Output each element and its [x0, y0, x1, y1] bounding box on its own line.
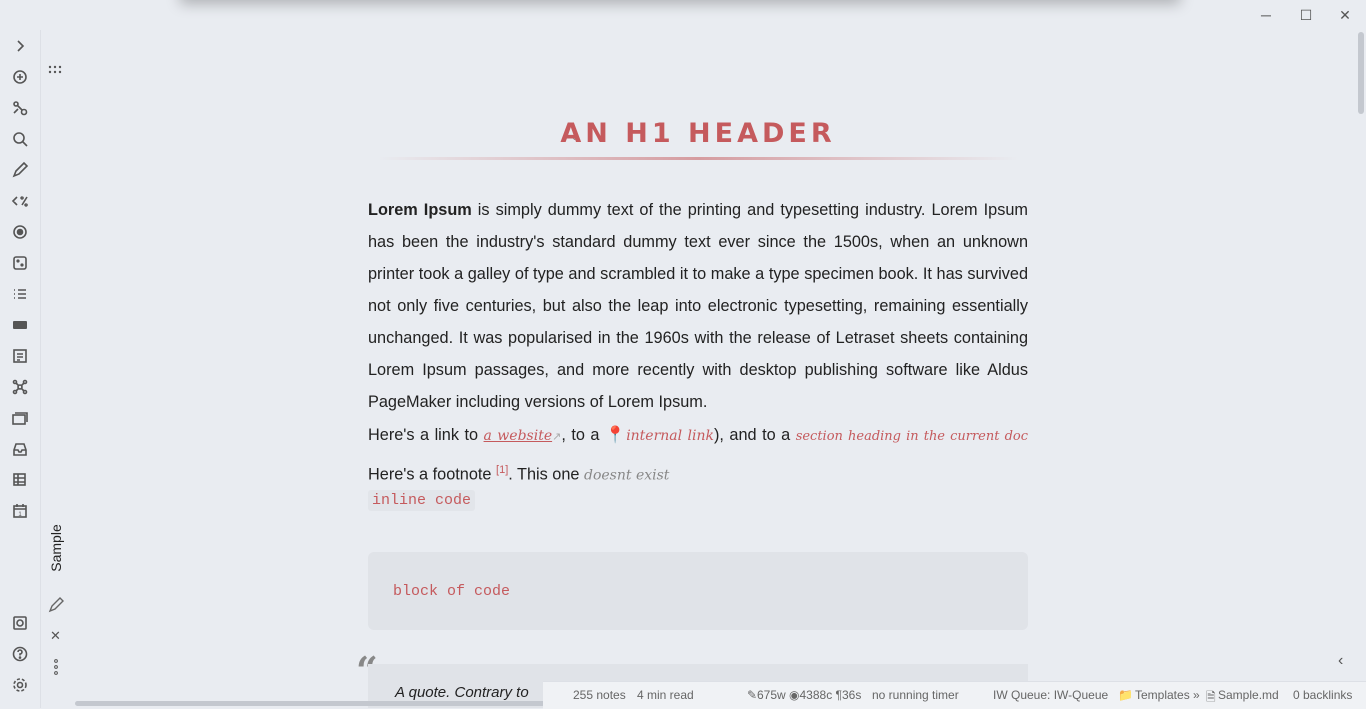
- markdown-icon: [13, 321, 27, 329]
- pin-icon: 📍: [604, 426, 627, 444]
- table-button[interactable]: [8, 468, 32, 492]
- pencil-icon: [12, 161, 29, 178]
- more-vertical-icon: [54, 659, 58, 675]
- status-pencil-icon: ✎: [747, 688, 758, 702]
- bold-lorem: Lorem Ipsum: [368, 201, 472, 219]
- search-icon: [13, 132, 28, 147]
- help-button[interactable]: [8, 642, 32, 666]
- status-backlinks[interactable]: 0 backlinks: [1293, 688, 1352, 702]
- graph-icon: [13, 101, 28, 116]
- gear-icon: [13, 678, 27, 692]
- table-icon: [13, 473, 26, 486]
- tab-grid-button[interactable]: [47, 62, 63, 83]
- markdown-button[interactable]: [8, 313, 32, 337]
- section-link[interactable]: section heading in the current doc: [796, 429, 1028, 444]
- inbox-icon: [13, 443, 27, 456]
- cards-button[interactable]: [8, 406, 32, 430]
- paragraph-links: Here's a link to a website↗, to a 📍inter…: [368, 419, 1028, 492]
- and-to-a-text: ), and to a: [714, 426, 796, 444]
- tab-sample-label: Sample: [48, 524, 64, 572]
- vault-button[interactable]: [8, 611, 32, 635]
- footnote-prefix: Here's a footnote: [368, 465, 497, 484]
- status-counts: 675w ◉4388c ¶36s: [757, 688, 862, 702]
- status-read-time: 4 min read: [637, 688, 694, 702]
- h1-text: AN H1 HEADER: [560, 118, 836, 149]
- status-bar: 255 notes 4 min read ✎ 675w ◉4388c ¶36s …: [543, 681, 1366, 709]
- help-icon: [12, 646, 28, 662]
- left-ribbon: 1: [0, 30, 41, 708]
- form-icon: [13, 349, 27, 363]
- target-icon: [13, 225, 27, 239]
- h1-underline: [378, 157, 1018, 160]
- close-button[interactable]: ✕: [1332, 6, 1358, 24]
- unresolved-link[interactable]: doesnt exist: [584, 467, 669, 483]
- templater-button[interactable]: [8, 189, 32, 213]
- status-folder[interactable]: Templates »: [1135, 688, 1200, 702]
- external-link[interactable]: a website: [484, 428, 553, 444]
- network-icon: [12, 379, 28, 395]
- code-block-text: block of code: [393, 583, 511, 600]
- this-one-text: . This one: [508, 465, 584, 484]
- quote-text: A quote. Contrary to: [395, 684, 529, 701]
- close-tab-button[interactable]: ✕: [50, 628, 61, 644]
- tab-sample[interactable]: Sample: [44, 520, 68, 580]
- network-button[interactable]: [8, 375, 32, 399]
- internal-link[interactable]: internal link: [626, 428, 714, 444]
- graph-view-button[interactable]: [8, 96, 32, 120]
- title-bar: ─ ☐ ✕: [0, 0, 1366, 30]
- paragraph-lorem: Lorem Ipsum is simply dummy text of the …: [368, 194, 1028, 418]
- para1-text: is simply dummy text of the printing and…: [368, 201, 1028, 411]
- close-icon: ✕: [50, 628, 61, 643]
- search-button[interactable]: [8, 127, 32, 151]
- to-a-text: , to a: [561, 426, 605, 444]
- maximize-button[interactable]: ☐: [1293, 6, 1319, 24]
- chevron-right-icon: [17, 40, 25, 52]
- pencil-icon: [48, 597, 64, 613]
- status-notes: 255 notes: [573, 688, 626, 702]
- calendar-button[interactable]: 1: [8, 499, 32, 523]
- horizontal-scrollbar[interactable]: [75, 701, 545, 706]
- edit-tab-button[interactable]: [47, 596, 65, 619]
- status-file[interactable]: Sample.md: [1218, 688, 1279, 702]
- list-icon: [14, 289, 26, 299]
- settings-button[interactable]: [8, 673, 32, 697]
- minimize-button[interactable]: ─: [1253, 6, 1279, 24]
- file-icon: 🗎: [1206, 690, 1216, 704]
- h1-header: AN H1 HEADER: [368, 118, 1028, 149]
- inbox-button[interactable]: [8, 437, 32, 461]
- templater-icon: [11, 196, 28, 207]
- external-link-icon: ↗: [552, 431, 562, 443]
- calendar-icon: 1: [13, 504, 27, 518]
- folder-icon: 📁: [1118, 688, 1133, 702]
- status-timer[interactable]: no running timer: [872, 688, 959, 702]
- plus-circle-icon: [13, 70, 27, 84]
- random-note-button[interactable]: [8, 251, 32, 275]
- secondary-panel: ✕: [41, 30, 71, 708]
- record-button[interactable]: [8, 220, 32, 244]
- inline-code: inline code: [368, 490, 476, 511]
- collapse-right-sidebar-icon[interactable]: ‹: [1338, 652, 1343, 670]
- vertical-scrollbar[interactable]: [1358, 32, 1364, 114]
- status-queue[interactable]: IW Queue: IW-Queue: [993, 688, 1108, 702]
- expand-sidebar-button[interactable]: [8, 34, 32, 58]
- code-block: block of code: [368, 552, 1028, 630]
- outline-button[interactable]: [8, 282, 32, 306]
- vault-icon: [13, 616, 27, 630]
- dice-icon: [13, 256, 27, 270]
- links-prefix: Here's a link to: [368, 426, 484, 444]
- form-button[interactable]: [8, 344, 32, 368]
- draw-button[interactable]: [8, 158, 32, 182]
- footnote-ref[interactable]: [1]: [496, 464, 508, 476]
- more-options-button[interactable]: [49, 658, 63, 681]
- grid-icon: [48, 65, 62, 74]
- new-note-button[interactable]: [8, 65, 32, 89]
- cards-icon: [12, 412, 28, 425]
